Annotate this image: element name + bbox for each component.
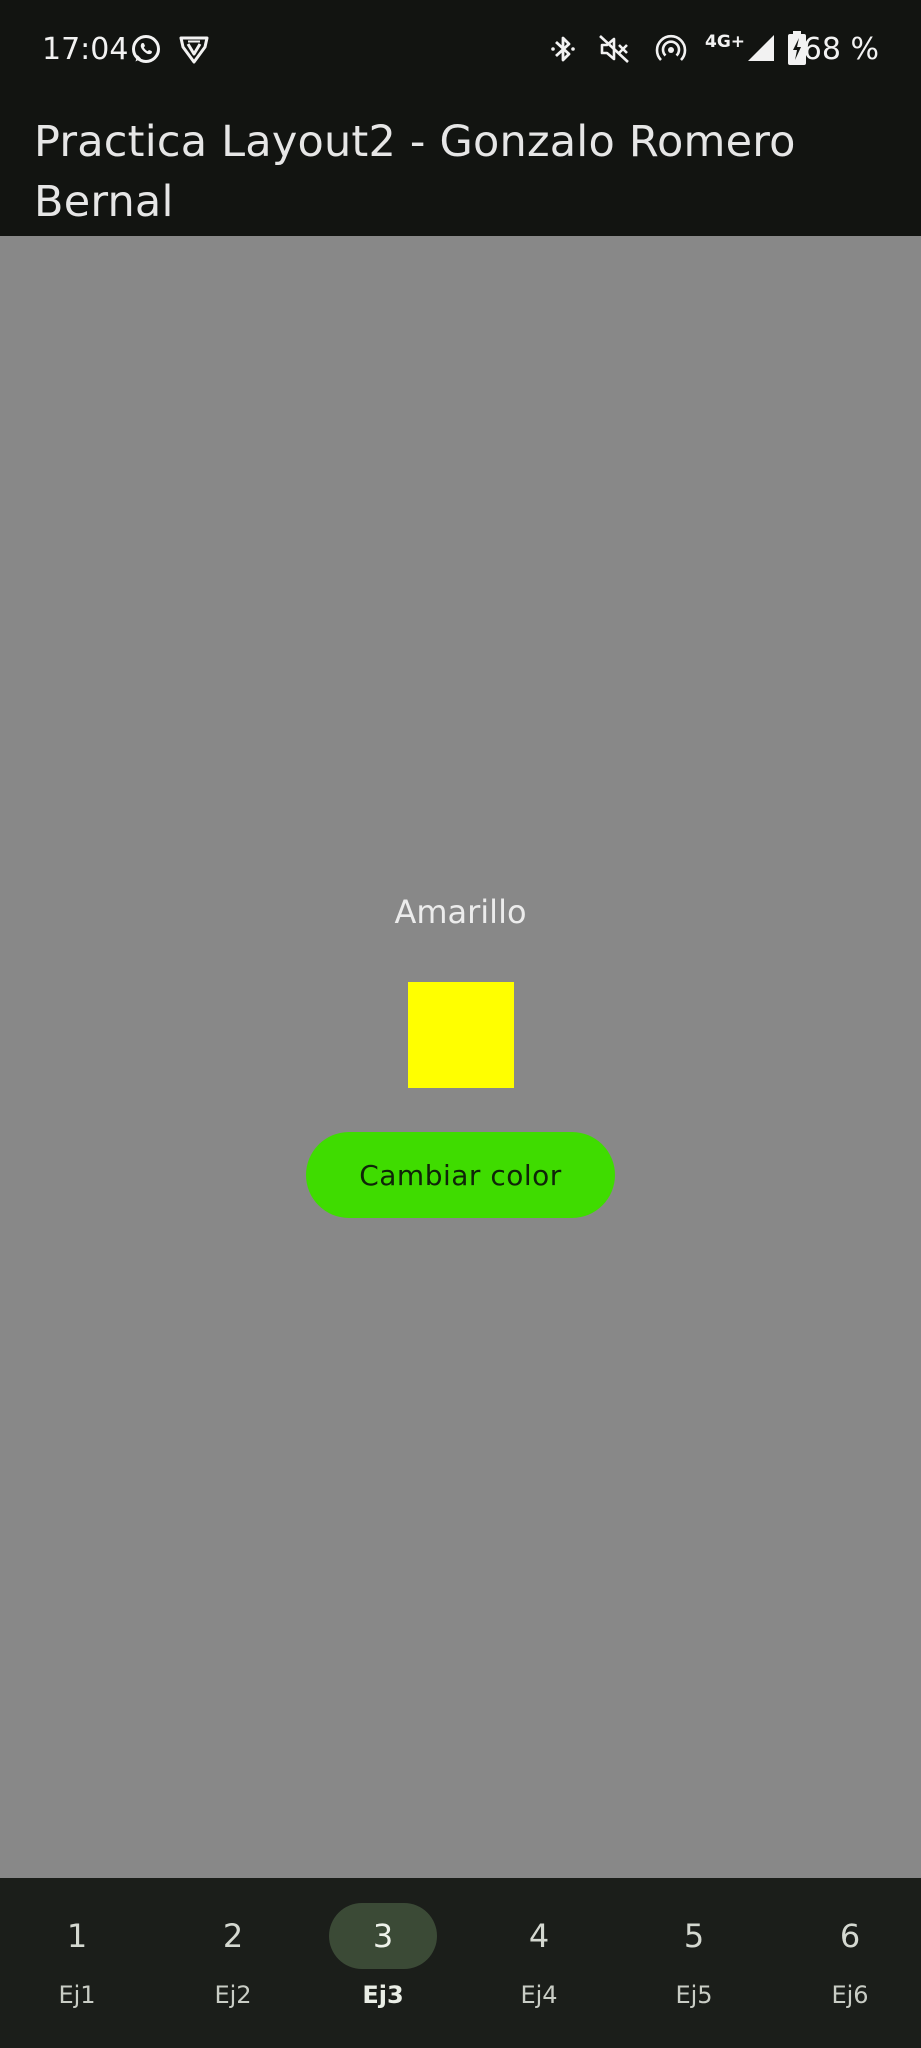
- nav-icon-3: 3: [372, 1917, 394, 1955]
- nav-item-ej2[interactable]: 2 Ej2: [156, 1878, 310, 2048]
- mute-icon: [599, 35, 629, 63]
- nav-icon-2: 2: [222, 1917, 244, 1955]
- status-time: 17:04: [42, 32, 129, 67]
- nav-icon-1: 1: [66, 1917, 88, 1955]
- battery-percentage: 68 %: [802, 32, 879, 67]
- bottom-navigation: 1 Ej1 2 Ej2 3 Ej3 4 Ej4 5 Ej5 6 Ej6: [0, 1878, 921, 2048]
- nav-label-ej1: Ej1: [58, 1981, 96, 2009]
- color-name-label: Amarillo: [394, 893, 527, 931]
- color-swatch: [408, 982, 514, 1088]
- page-title: Practica Layout2 - Gonzalo Romero Bernal: [34, 117, 796, 227]
- shield-v-icon: [179, 36, 209, 64]
- main-content: Amarillo Cambiar color: [0, 236, 921, 1878]
- nav-icon-6: 6: [839, 1917, 861, 1955]
- nav-label-ej6: Ej6: [831, 1981, 869, 2009]
- nav-icon-5: 5: [683, 1917, 705, 1955]
- nav-item-ej6[interactable]: 6 Ej6: [773, 1878, 921, 2048]
- nav-item-ej3[interactable]: 3 Ej3: [306, 1878, 460, 2048]
- nav-item-ej1[interactable]: 1 Ej1: [0, 1878, 154, 2048]
- nav-label-ej3: Ej3: [362, 1981, 404, 2009]
- network-type: 4G+: [705, 32, 746, 52]
- status-bar: 17:04 4G+ 68 %: [0, 0, 921, 100]
- nav-item-ej4[interactable]: 4 Ej4: [462, 1878, 616, 2048]
- nav-label-ej5: Ej5: [675, 1981, 713, 2009]
- nav-icon-4: 4: [528, 1917, 550, 1955]
- change-color-button[interactable]: Cambiar color: [306, 1132, 615, 1218]
- bluetooth-icon: [551, 36, 575, 62]
- nav-label-ej2: Ej2: [214, 1981, 252, 2009]
- whatsapp-icon: [132, 35, 160, 63]
- app-bar: Practica Layout2 - Gonzalo Romero Bernal: [0, 100, 921, 236]
- nav-item-ej5[interactable]: 5 Ej5: [617, 1878, 771, 2048]
- signal-icon: [748, 35, 774, 61]
- nav-label-ej4: Ej4: [520, 1981, 558, 2009]
- hotspot-icon: [655, 34, 687, 61]
